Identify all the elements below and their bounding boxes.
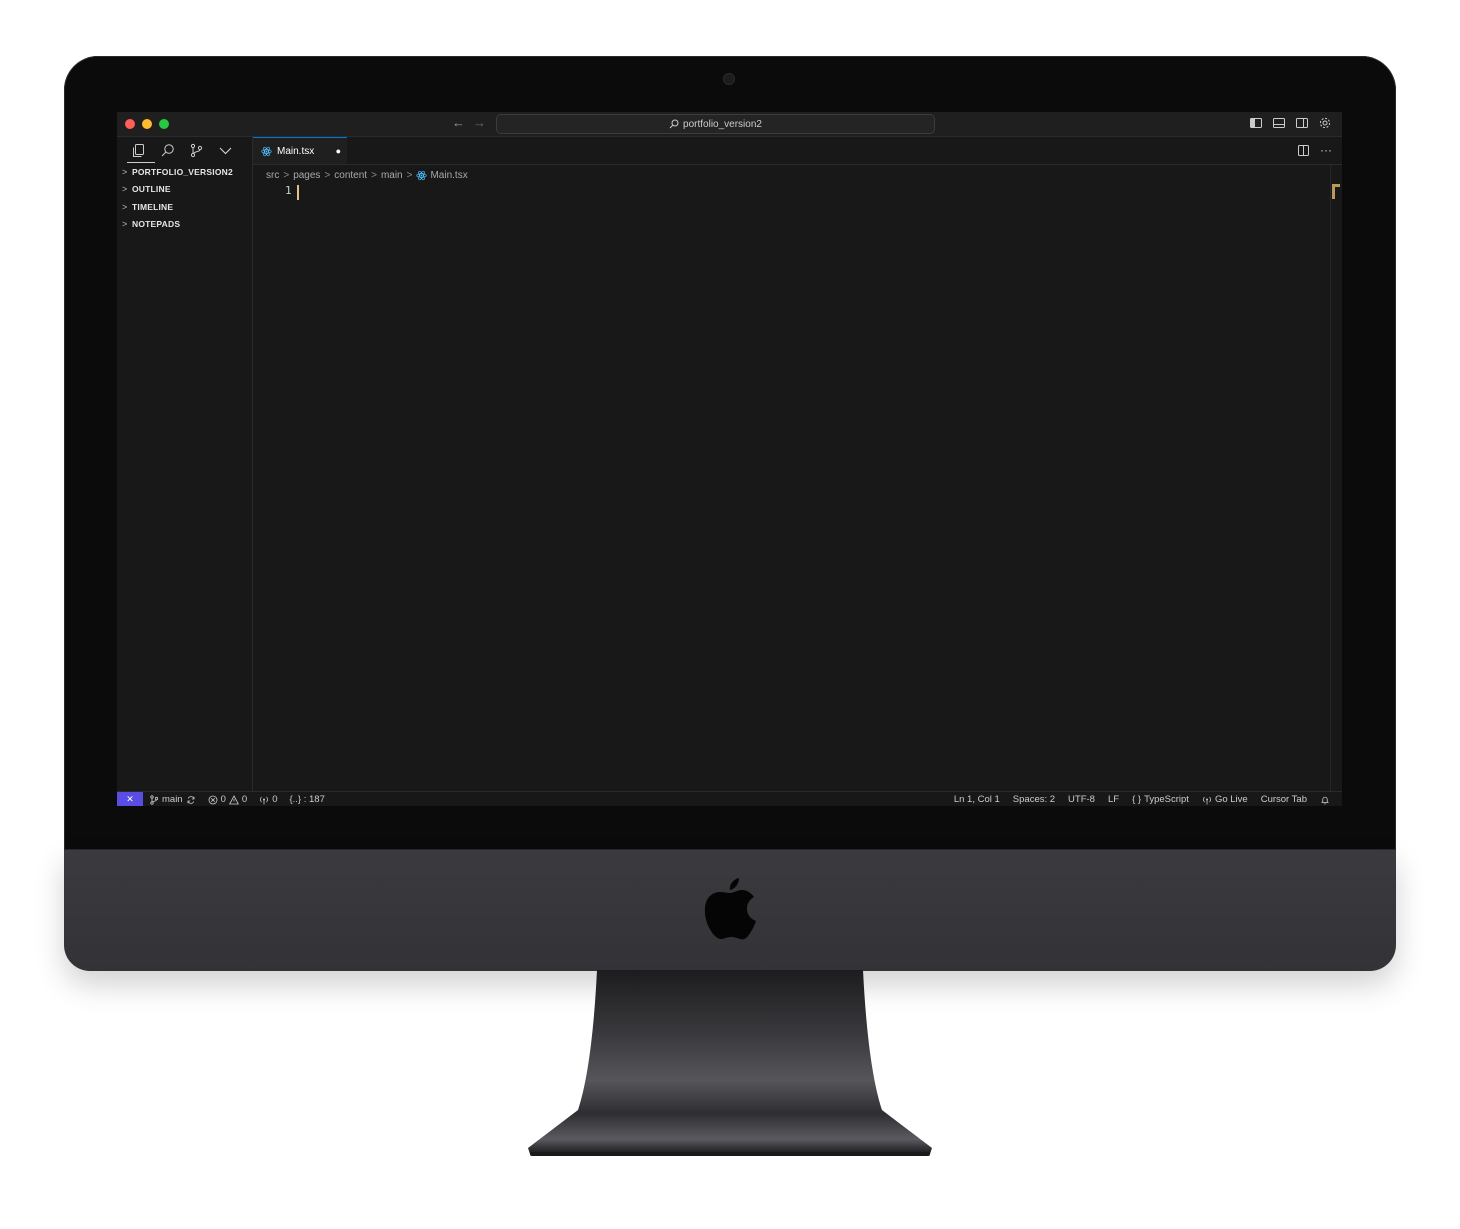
forward-arrow-icon[interactable]: → xyxy=(473,115,486,130)
bell-icon[interactable] xyxy=(1320,795,1330,805)
code-editor[interactable] xyxy=(253,182,1331,791)
chevron-right-icon: > xyxy=(122,219,128,230)
toggle-panel-icon[interactable] xyxy=(1272,116,1286,130)
go-live-label: Go Live xyxy=(1214,794,1248,805)
remote-indicator-button[interactable]: ✕ xyxy=(117,792,143,806)
editor-tabs-bar: Main.tsx ● ··· xyxy=(253,137,1342,165)
editor-window: ← → portfolio_version2 > PORTFOLIO_VERSI… xyxy=(117,112,1342,806)
split-editor-icon[interactable] xyxy=(1297,144,1310,157)
text-cursor xyxy=(297,185,299,200)
encoding-status[interactable]: UTF-8 xyxy=(1068,794,1095,805)
git-branch-icon xyxy=(150,794,159,805)
unsaved-dot-icon[interactable]: ● xyxy=(336,146,341,156)
section-timeline[interactable]: > TIMELINE xyxy=(117,198,252,216)
breadcrumb-separator: > xyxy=(283,169,290,181)
apple-logo-icon xyxy=(704,878,756,940)
search-icon xyxy=(669,119,679,129)
cursor-position-status[interactable]: Ln 1, Col 1 xyxy=(954,794,1000,805)
problems-status[interactable]: 0 0 xyxy=(208,794,248,805)
breadcrumb-separator: > xyxy=(324,169,331,181)
section-label: OUTLINE xyxy=(132,184,171,195)
sync-icon xyxy=(187,795,194,804)
toggle-primary-sidebar-icon[interactable] xyxy=(1249,116,1263,130)
section-outline[interactable]: > OUTLINE xyxy=(117,181,252,199)
eol-status[interactable]: LF xyxy=(1108,794,1119,805)
language-label: TypeScript xyxy=(1144,794,1189,805)
breadcrumb-item[interactable]: src xyxy=(266,170,279,181)
editor-scrollbar[interactable] xyxy=(1330,164,1342,791)
chevron-down-icon xyxy=(219,147,232,154)
section-portfolio-version2[interactable]: > PORTFOLIO_VERSION2 xyxy=(117,163,252,181)
breadcrumb-separator: > xyxy=(371,169,377,181)
breadcrumb-current-file[interactable]: Main.tsx xyxy=(430,170,467,181)
command-center-label: portfolio_version2 xyxy=(683,118,762,130)
braces-icon: { } xyxy=(1132,794,1142,805)
warning-icon xyxy=(228,794,239,804)
remote-icon: ✕ xyxy=(126,794,134,804)
line-number: 1 xyxy=(285,184,292,197)
cursor-tab-status[interactable]: Cursor Tab xyxy=(1261,794,1307,805)
title-bar: ← → portfolio_version2 xyxy=(117,112,1342,137)
tab-label: Main.tsx xyxy=(277,145,315,157)
error-icon xyxy=(208,795,217,804)
breadcrumb: src > pages > content > main > Main.tsx xyxy=(266,168,468,182)
more-actions-icon[interactable]: ··· xyxy=(1320,143,1332,157)
source-control-button[interactable] xyxy=(189,137,218,163)
symbol-status[interactable]: {..} : 187 xyxy=(289,794,324,805)
broadcast-icon xyxy=(1203,796,1211,804)
chevron-right-icon: > xyxy=(122,166,128,177)
minimize-window-button[interactable] xyxy=(142,119,152,129)
source-control-icon xyxy=(190,143,203,157)
explorer-button[interactable] xyxy=(127,137,160,163)
primary-sidebar: > PORTFOLIO_VERSION2 > OUTLINE > TIMELINE >… xyxy=(117,137,253,791)
command-center-search[interactable]: portfolio_version2 xyxy=(496,114,935,134)
toggle-secondary-sidebar-icon[interactable] xyxy=(1295,116,1309,130)
chevron-right-icon: > xyxy=(122,184,128,195)
broadcast-icon xyxy=(260,796,269,804)
ports-status[interactable]: 0 xyxy=(259,794,277,805)
files-icon xyxy=(133,143,144,157)
breadcrumb-item[interactable]: main xyxy=(381,170,403,181)
error-count: 0 xyxy=(220,794,226,805)
breadcrumb-item[interactable]: content xyxy=(334,170,367,181)
go-live-button[interactable]: Go Live xyxy=(1202,794,1248,805)
overview-ruler-marker xyxy=(1332,184,1340,199)
search-icon xyxy=(161,143,174,156)
branch-name: main xyxy=(162,794,183,805)
react-file-icon xyxy=(416,170,428,180)
back-arrow-icon[interactable]: ← xyxy=(452,115,465,130)
branch-status[interactable]: main xyxy=(149,794,196,805)
chevron-right-icon: > xyxy=(122,201,128,212)
indentation-status[interactable]: Spaces: 2 xyxy=(1013,794,1055,805)
warning-count: 0 xyxy=(241,794,248,805)
settings-gear-icon[interactable] xyxy=(1318,116,1332,130)
language-mode-status[interactable]: { } TypeScript xyxy=(1132,794,1189,805)
close-window-button[interactable] xyxy=(125,119,135,129)
section-notepads[interactable]: > NOTEPADS xyxy=(117,216,252,234)
activity-bar xyxy=(117,137,252,163)
imac-stand xyxy=(528,970,932,1156)
section-label: NOTEPADS xyxy=(132,219,181,230)
webcam xyxy=(724,74,734,84)
zoom-window-button[interactable] xyxy=(159,119,169,129)
tab-main-tsx[interactable]: Main.tsx ● xyxy=(253,137,347,164)
ports-count: 0 xyxy=(272,794,278,805)
react-file-icon xyxy=(261,146,272,156)
more-views-button[interactable] xyxy=(218,137,247,163)
breadcrumb-item[interactable]: pages xyxy=(293,170,320,181)
section-label: PORTFOLIO_VERSION2 xyxy=(132,166,233,177)
search-button[interactable] xyxy=(160,137,189,163)
section-label: TIMELINE xyxy=(132,201,174,212)
breadcrumb-separator: > xyxy=(406,169,413,181)
status-bar: ✕ main 0 0 0 {..} : 187 Ln 1, Col 1 Spac… xyxy=(117,791,1342,806)
